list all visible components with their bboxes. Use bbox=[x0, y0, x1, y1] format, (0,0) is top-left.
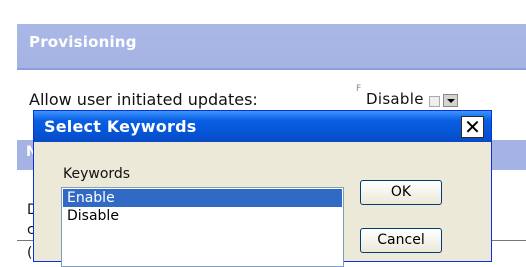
corner-mark: F bbox=[356, 84, 362, 94]
dialog-title: Select Keywords bbox=[44, 117, 197, 136]
allow-updates-label: Allow user initiated updates: bbox=[29, 90, 258, 109]
ok-button[interactable]: OK bbox=[360, 180, 442, 205]
keywords-label: Keywords bbox=[63, 166, 131, 182]
provisioning-title: Provisioning bbox=[29, 33, 137, 51]
close-icon[interactable]: ✕ bbox=[461, 116, 484, 138]
list-item-disable[interactable]: Disable bbox=[63, 207, 342, 225]
small-checkbox[interactable] bbox=[429, 96, 440, 107]
dialog-titlebar[interactable]: Select Keywords ✕ bbox=[34, 111, 491, 142]
keywords-listbox[interactable]: Enable Disable bbox=[61, 187, 344, 267]
cancel-button[interactable]: Cancel bbox=[360, 228, 442, 253]
provisioning-header: Provisioning bbox=[17, 24, 526, 70]
chevron-down-icon[interactable] bbox=[443, 94, 458, 107]
list-item-enable[interactable]: Enable bbox=[63, 189, 342, 207]
text-fragment: ( bbox=[27, 245, 33, 261]
allow-updates-value[interactable]: Disable bbox=[366, 90, 424, 108]
select-keywords-dialog: Select Keywords ✕ Keywords Enable Disabl… bbox=[33, 110, 492, 267]
